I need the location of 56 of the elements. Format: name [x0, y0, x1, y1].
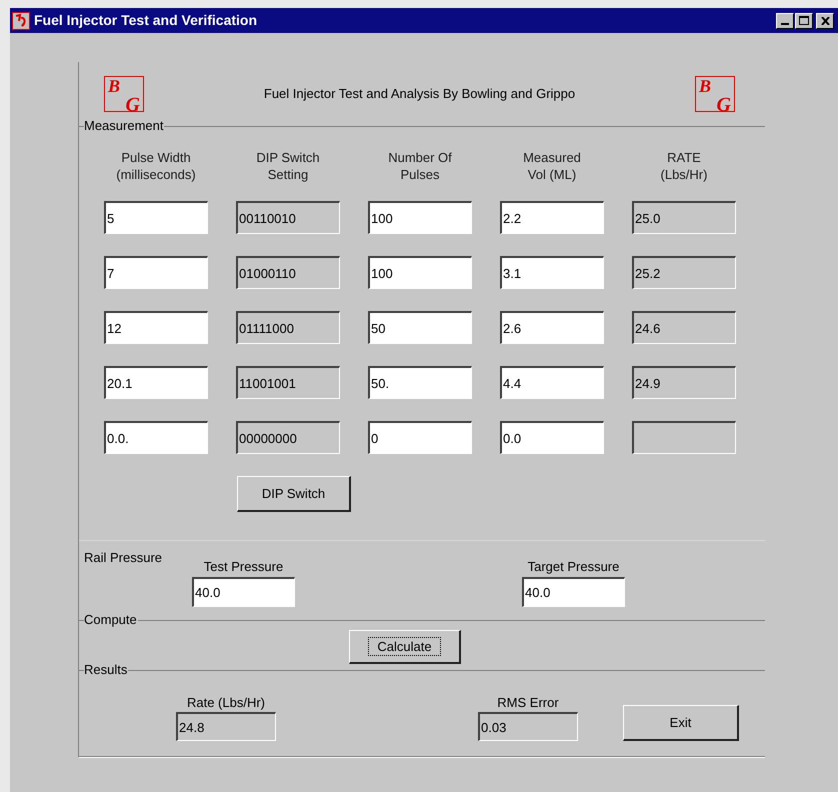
column-header: RATE (Lbs/Hr)	[660, 149, 708, 184]
input-field[interactable]: 2.2	[500, 201, 604, 234]
input-field[interactable]: 50.	[368, 366, 472, 399]
push-button[interactable]: Exit	[623, 705, 739, 741]
input-field[interactable]: 0.0	[500, 421, 604, 454]
input-field[interactable]: 00110010	[236, 201, 340, 234]
input-field[interactable]: 100	[368, 201, 472, 234]
input-field[interactable]: 0.03	[478, 712, 578, 741]
input-field[interactable]: 100	[368, 256, 472, 289]
maximize-icon	[799, 16, 809, 25]
logo-letter: B	[108, 77, 120, 95]
logo-letter: G	[126, 95, 140, 115]
input-field[interactable]: 0	[368, 421, 472, 454]
field-label: Rate (Lbs/Hr)	[186, 695, 266, 711]
field-label: Target Pressure	[528, 559, 620, 575]
push-button[interactable]: DIP Switch	[237, 476, 351, 512]
close-button[interactable]	[816, 12, 834, 28]
group-label: Rail Pressure	[84, 549, 162, 567]
column-header: Number Of Pulses	[387, 149, 453, 184]
input-field[interactable]	[632, 421, 736, 454]
input-field[interactable]: 24.6	[632, 311, 736, 344]
push-button[interactable]: Calculate	[349, 630, 461, 664]
maximize-button[interactable]	[795, 12, 813, 28]
column-header: Measured Vol (ML)	[522, 149, 582, 184]
input-field[interactable]: 24.9	[632, 366, 736, 399]
field-label: Test Pressure	[204, 559, 284, 575]
input-field[interactable]: 5	[104, 201, 208, 234]
input-field[interactable]: 40.0	[522, 577, 625, 607]
logo-letter: G	[716, 95, 731, 115]
input-field[interactable]: 50	[368, 311, 472, 344]
input-field[interactable]: 25.2	[632, 256, 736, 289]
input-field[interactable]: 2.6	[500, 311, 604, 344]
logo-letter: B	[699, 77, 712, 95]
input-field[interactable]: 01000110	[236, 256, 340, 289]
input-field[interactable]: 20.1	[104, 366, 208, 399]
input-field[interactable]: 7	[104, 256, 208, 289]
field-label: RMS Error	[497, 695, 559, 711]
window-title: Fuel Injector Test and Verification	[34, 11, 258, 30]
minimize-icon	[781, 22, 789, 24]
minimize-button[interactable]	[776, 12, 794, 28]
input-field[interactable]: 4.4	[500, 366, 604, 399]
input-field[interactable]: 24.8	[176, 712, 276, 741]
close-icon	[820, 16, 830, 24]
input-field[interactable]: 3.1	[500, 256, 604, 289]
column-header: DIP Switch Setting	[255, 149, 321, 184]
input-field[interactable]: 40.0	[192, 577, 295, 607]
input-field[interactable]: 01111000	[236, 311, 340, 344]
header-title: Fuel Injector Test and Analysis By Bowling and Grippo	[262, 85, 576, 104]
column-header: Pulse Width (milliseconds)	[115, 149, 197, 184]
app-icon	[12, 12, 30, 30]
input-field[interactable]: 12	[104, 311, 208, 344]
input-field[interactable]: 11001001	[236, 366, 340, 399]
input-field[interactable]: 0.0.	[104, 421, 208, 454]
group-label: Compute	[84, 612, 138, 628]
input-field[interactable]: 25.0	[632, 201, 736, 234]
input-field[interactable]: 00000000	[236, 421, 340, 454]
